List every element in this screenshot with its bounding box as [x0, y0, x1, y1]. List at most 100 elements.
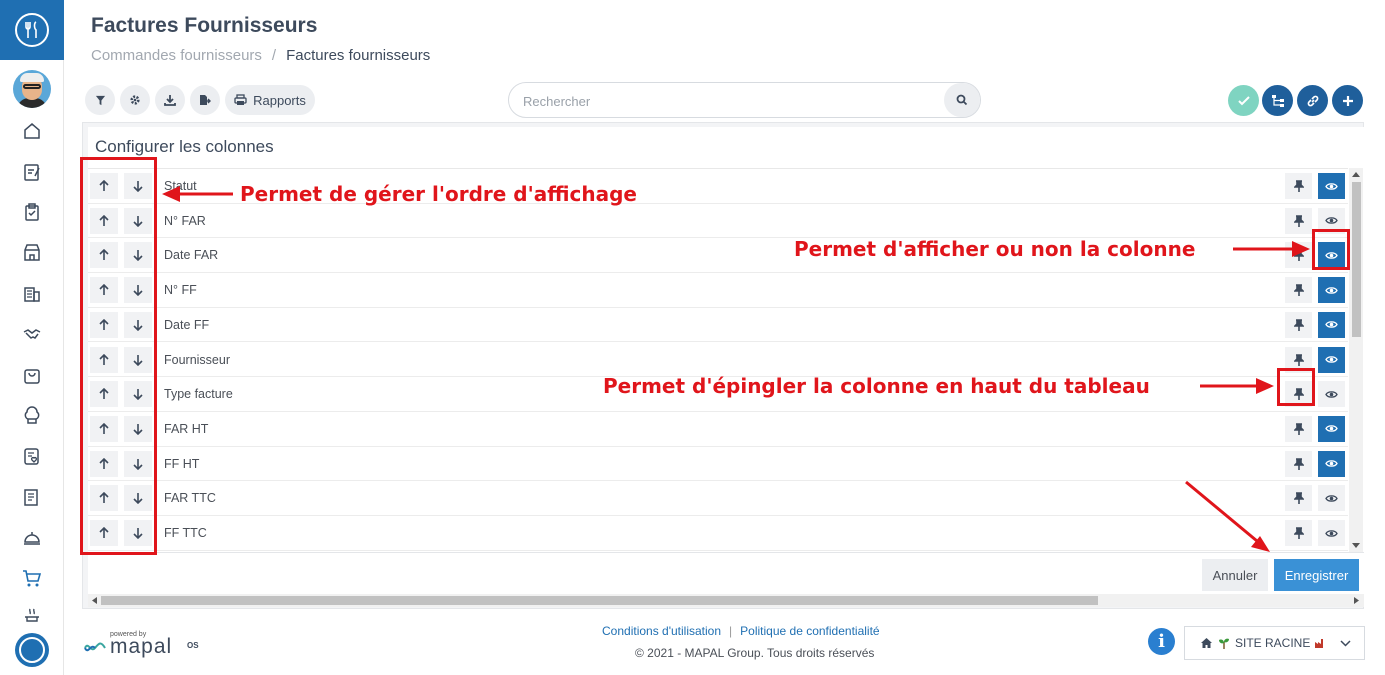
export-button[interactable]: [190, 85, 220, 115]
add-button[interactable]: [1332, 85, 1363, 116]
scroll-left-icon[interactable]: [91, 597, 97, 604]
column-label: Fournisseur: [164, 352, 230, 367]
horizontal-scroll-thumb[interactable]: [101, 596, 1098, 605]
breadcrumb-link[interactable]: Commandes fournisseurs: [91, 47, 262, 64]
site-selector[interactable]: SITE RACINE: [1184, 626, 1365, 660]
edit-icon[interactable]: [20, 160, 44, 184]
visibility-toggle[interactable]: [1318, 485, 1345, 512]
validate-button[interactable]: [1228, 85, 1259, 116]
annotation-visibility: Permet d'afficher ou non la colonne: [794, 237, 1196, 261]
building-icon[interactable]: [20, 281, 44, 305]
pin-button[interactable]: [1285, 520, 1312, 546]
pin-icon: [1293, 457, 1304, 470]
column-row: N° FAR: [88, 204, 1348, 239]
save-button[interactable]: Enregistrer: [1274, 559, 1359, 591]
report-icon[interactable]: [20, 485, 44, 509]
eye-icon: [1325, 460, 1338, 467]
pin-icon: [1293, 492, 1304, 505]
search-box: [508, 82, 981, 118]
link-button[interactable]: [1297, 85, 1328, 116]
vertical-scrollbar[interactable]: [1349, 168, 1363, 552]
pin-icon: [1293, 284, 1304, 297]
cooking-icon[interactable]: [20, 603, 44, 627]
annotation-pin: Permet d'épingler la colonne en haut du …: [603, 374, 1150, 398]
avatar[interactable]: [13, 70, 51, 108]
mapal-os: OS: [187, 641, 199, 650]
brand-logo-icon[interactable]: [15, 633, 49, 667]
vertical-scroll-thumb[interactable]: [1352, 182, 1361, 337]
pin-button[interactable]: [1285, 207, 1312, 234]
search-icon: [956, 94, 968, 106]
pin-highlight-box: [1277, 368, 1315, 406]
pin-icon: [1293, 527, 1304, 539]
reports-label: Rapports: [253, 92, 306, 108]
mapal-brand: mapal: [110, 635, 173, 658]
visibility-toggle[interactable]: [1318, 346, 1345, 373]
visibility-toggle[interactable]: [1318, 381, 1345, 408]
scroll-up-icon[interactable]: [1352, 171, 1360, 177]
info-icon[interactable]: i: [1148, 628, 1175, 655]
column-label: Statut: [164, 179, 197, 193]
visibility-toggle[interactable]: [1318, 520, 1345, 546]
column-label: FF TTC: [164, 526, 207, 540]
home-icon[interactable]: [20, 119, 44, 143]
export-icon: [200, 95, 211, 105]
checklist-heart-icon[interactable]: [20, 444, 44, 468]
settings-button[interactable]: [120, 85, 150, 115]
search-button[interactable]: [944, 83, 980, 117]
visibility-toggle[interactable]: [1318, 450, 1345, 477]
handshake-icon[interactable]: [20, 322, 44, 346]
column-label: N° FF: [164, 283, 197, 298]
horizontal-scrollbar[interactable]: [88, 594, 1364, 607]
copyright: © 2021 - MAPAL Group. Tous droits réserv…: [635, 646, 875, 660]
chef-hat-icon[interactable]: [20, 404, 44, 428]
scroll-down-icon[interactable]: [1352, 543, 1360, 549]
pin-button[interactable]: [1285, 415, 1312, 442]
visibility-toggle[interactable]: [1318, 415, 1345, 442]
pin-button[interactable]: [1285, 242, 1312, 269]
plus-icon: [1342, 95, 1353, 106]
column-row: FAR HT: [88, 412, 1348, 447]
pin-button[interactable]: [1285, 450, 1312, 477]
column-row: FF HT: [88, 447, 1348, 482]
page-title: Factures Fournisseurs: [91, 14, 318, 37]
visibility-toggle[interactable]: [1318, 173, 1345, 199]
bag-icon[interactable]: [20, 363, 44, 387]
pin-button[interactable]: [1285, 173, 1312, 199]
download-button[interactable]: [155, 85, 185, 115]
pin-icon: [1293, 180, 1304, 192]
scroll-right-icon[interactable]: [1354, 597, 1360, 604]
cart-icon[interactable]: [20, 566, 44, 590]
gear-icon: [130, 95, 140, 105]
cancel-button[interactable]: Annuler: [1202, 559, 1268, 591]
reports-button[interactable]: Rapports: [225, 85, 315, 115]
pin-button[interactable]: [1285, 485, 1312, 512]
home-small-icon: [1201, 638, 1212, 648]
logo-icon: [15, 13, 49, 47]
app-logo[interactable]: [0, 0, 64, 60]
eye-icon: [1325, 356, 1338, 363]
terms-link[interactable]: Conditions d'utilisation: [602, 624, 721, 638]
eye-icon: [1325, 390, 1338, 398]
filter-button[interactable]: [85, 85, 115, 115]
eye-icon: [1325, 217, 1338, 224]
search-input[interactable]: [523, 91, 933, 111]
visibility-toggle[interactable]: [1318, 277, 1345, 304]
breadcrumb: Commandes fournisseurs / Factures fourniss…: [91, 47, 430, 64]
column-row: FF TTC: [88, 516, 1348, 551]
privacy-link[interactable]: Politique de confidentialité: [740, 624, 879, 638]
store-icon[interactable]: [20, 240, 44, 264]
pin-button[interactable]: [1285, 277, 1312, 304]
column-label: N° FAR: [164, 213, 206, 228]
clipboard-icon[interactable]: [20, 200, 44, 224]
column-label: FAR TTC: [164, 491, 216, 506]
visibility-highlight-box: [1312, 229, 1350, 270]
cloche-icon[interactable]: [20, 525, 44, 549]
pin-icon: [1293, 214, 1304, 227]
sitemap-button[interactable]: [1262, 85, 1293, 116]
visibility-toggle[interactable]: [1318, 311, 1345, 338]
pin-icon: [1293, 423, 1304, 435]
print-icon: [234, 94, 247, 105]
pin-button[interactable]: [1285, 311, 1312, 338]
site-label: SITE RACINE: [1235, 636, 1311, 650]
